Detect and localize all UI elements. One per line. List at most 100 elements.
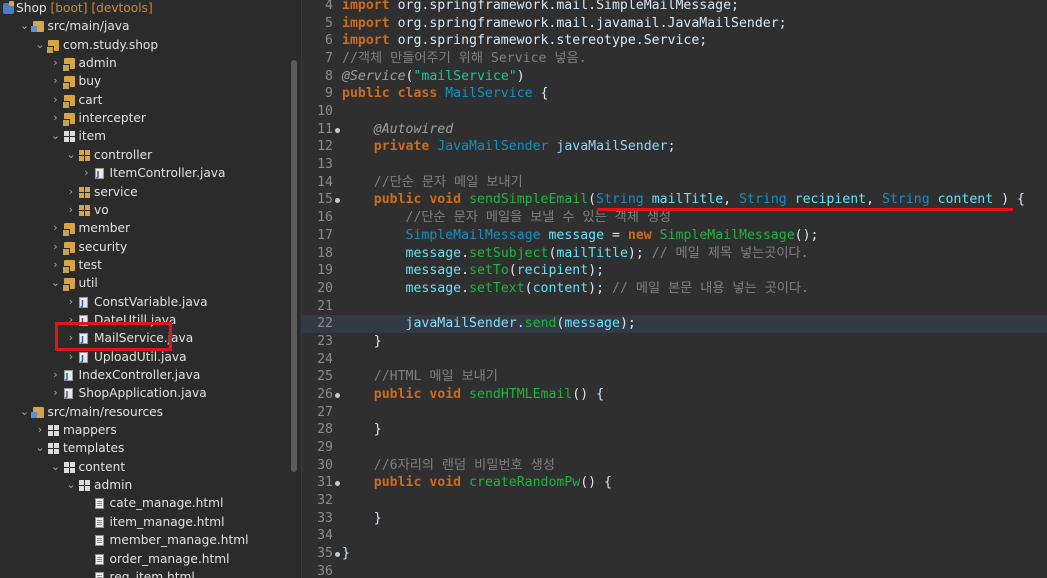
tree-item-label: Shop [boot] [devtools] [16, 0, 153, 17]
code-line[interactable]: 6 import org.springframework.stereotype.S… [302, 32, 1047, 50]
code-token-var: message [405, 263, 462, 279]
code-text: @Autowired [342, 121, 453, 139]
code-text: message.setTo(recipient); [342, 262, 605, 280]
code-token-fn: createRandomPw [469, 475, 581, 491]
code-line[interactable]: 10 [302, 103, 1047, 121]
code-line[interactable]: 18 message.setSubject(mailTitle); // 메일 … [302, 245, 1047, 263]
expand-chevron-icon[interactable]: › [51, 54, 61, 72]
code-token-plain: ( [508, 263, 517, 279]
code-line[interactable]: 11 @Autowired [302, 121, 1047, 139]
tree-item-text: mappers [63, 423, 117, 438]
code-line[interactable]: 27 [302, 404, 1047, 422]
collapse-chevron-icon[interactable]: ⌄ [51, 458, 61, 476]
code-line[interactable]: 31 public void createRandomPw() { [302, 474, 1047, 492]
html-icon [94, 535, 104, 547]
code-line[interactable]: 12 private JavaMailSender javaMailSender… [302, 138, 1047, 156]
code-line[interactable]: 23 } [302, 333, 1047, 351]
code-token-fn: setTo [469, 263, 509, 279]
code-line[interactable]: 25 //HTML 메일 보내기 [302, 368, 1047, 386]
fold-marker-icon[interactable] [335, 198, 340, 204]
expand-chevron-icon[interactable]: › [66, 183, 76, 201]
code-line[interactable]: 5 import org.springframework.mail.javamai… [302, 15, 1047, 33]
code-token-ty: JavaMailSender [437, 139, 549, 155]
tree-item-label: buy [79, 72, 102, 90]
code-line[interactable]: 28 } [302, 421, 1047, 439]
collapse-chevron-icon[interactable]: ⌄ [35, 36, 45, 54]
project-decoration: [boot] [devtools] [50, 1, 153, 15]
fold-marker-icon[interactable] [335, 481, 340, 487]
expand-chevron-icon[interactable]: › [51, 384, 61, 402]
code-line[interactable]: 16 //단순 문자 메일을 보낼 수 있는 객체 생성 [302, 209, 1047, 227]
expand-chevron-icon[interactable]: › [51, 256, 61, 274]
expand-chevron-icon[interactable]: › [82, 164, 92, 182]
code-line[interactable]: 26 public void sendHTMLEmail() { [302, 386, 1047, 404]
code-line[interactable]: 17 SimpleMailMessage message = new Simpl… [302, 227, 1047, 245]
code-token-var: message [548, 227, 605, 243]
collapse-chevron-icon[interactable]: ⌄ [66, 476, 76, 494]
line-number: 9 [325, 86, 333, 102]
code-editor[interactable]: 4 import org.springframework.mail.SimpleM… [302, 0, 1047, 578]
explorer-scroll-thumb[interactable] [291, 60, 297, 472]
expand-chevron-icon[interactable]: › [51, 219, 61, 237]
code-line[interactable]: 19 message.setTo(recipient); [302, 262, 1047, 280]
collapse-chevron-icon[interactable]: ⌄ [51, 274, 61, 292]
current-code-line[interactable]: 22 javaMailSender.send(message); [302, 315, 1047, 334]
expand-chevron-icon[interactable]: › [51, 238, 61, 256]
expand-chevron-icon[interactable]: › [51, 109, 61, 127]
code-token-cm: // 메일 제목 넣는곳이다. [651, 245, 809, 261]
collapse-chevron-icon[interactable]: ⌄ [51, 127, 61, 145]
code-line[interactable]: 7 //객체 만들어주기 위해 Service 넣음. [302, 50, 1047, 68]
code-line[interactable]: 14 //단순 문자 메일 보내기 [302, 174, 1047, 192]
expand-chevron-icon[interactable]: › [66, 201, 76, 219]
code-line[interactable]: 34 [302, 527, 1047, 545]
line-number: 13 [317, 157, 333, 173]
code-token-plain: , [723, 192, 740, 208]
code-text: //HTML 메일 보내기 [342, 368, 498, 386]
code-line[interactable]: 13 [302, 156, 1047, 174]
pkgempty-icon [79, 149, 90, 161]
code-line[interactable]: 4 import org.springframework.mail.SimpleM… [302, 0, 1047, 15]
code-line[interactable]: 32 [302, 492, 1047, 510]
code-line[interactable]: 21 [302, 298, 1047, 316]
code-token-var: mailTitle [556, 245, 628, 261]
expand-chevron-icon[interactable]: › [51, 72, 61, 90]
expand-chevron-icon[interactable]: › [51, 91, 61, 109]
collapse-chevron-icon[interactable]: ⌄ [35, 439, 45, 457]
code-token-var: content [532, 280, 589, 296]
tree-item-text: controller [94, 147, 153, 162]
fold-marker-icon[interactable] [335, 392, 340, 398]
collapse-chevron-icon[interactable]: ⌄ [20, 403, 30, 421]
code-token-kw: private [373, 139, 430, 155]
expand-chevron-icon[interactable]: › [51, 366, 61, 384]
code-line[interactable]: 24 [302, 351, 1047, 369]
fold-marker-icon[interactable] [335, 127, 340, 133]
code-line[interactable]: 29 [302, 439, 1047, 457]
tree-item-label: item [79, 127, 107, 145]
collapse-chevron-icon[interactable]: ⌄ [20, 17, 30, 35]
expand-chevron-icon[interactable]: › [66, 293, 76, 311]
code-line[interactable]: 9 public class MailService { [302, 85, 1047, 103]
explorer-scrollbar[interactable] [287, 0, 301, 578]
code-token-kw: import [342, 0, 390, 13]
code-line[interactable]: 8 @Service("mailService") [302, 68, 1047, 86]
tree-item-text: cate_manage.html [109, 496, 224, 511]
code-line[interactable]: 30 //6자리의 랜덤 비밀번호 생성 [302, 457, 1047, 475]
code-line[interactable]: 33 } [302, 510, 1047, 528]
html-icon [94, 498, 104, 510]
package-icon [61, 58, 75, 73]
collapse-chevron-icon[interactable]: ⌄ [66, 146, 76, 164]
code-line[interactable]: 15 public void sendSimpleEmail(String ma… [302, 191, 1047, 209]
code-token-plain: ) [516, 68, 525, 84]
fold-marker-icon[interactable] [335, 552, 340, 558]
tree-item-text: src/main/resources [47, 404, 164, 419]
code-token-fn: setText [469, 280, 525, 296]
code-token-cm: //객체 만들어주기 위해 Service 넣음. [342, 51, 587, 67]
expand-chevron-icon[interactable]: › [35, 421, 45, 439]
code-line[interactable]: 20 message.setText(content); // 메일 본문 내용… [302, 280, 1047, 298]
code-line[interactable]: 35} [302, 545, 1047, 563]
code-line[interactable]: 36 [302, 563, 1047, 578]
